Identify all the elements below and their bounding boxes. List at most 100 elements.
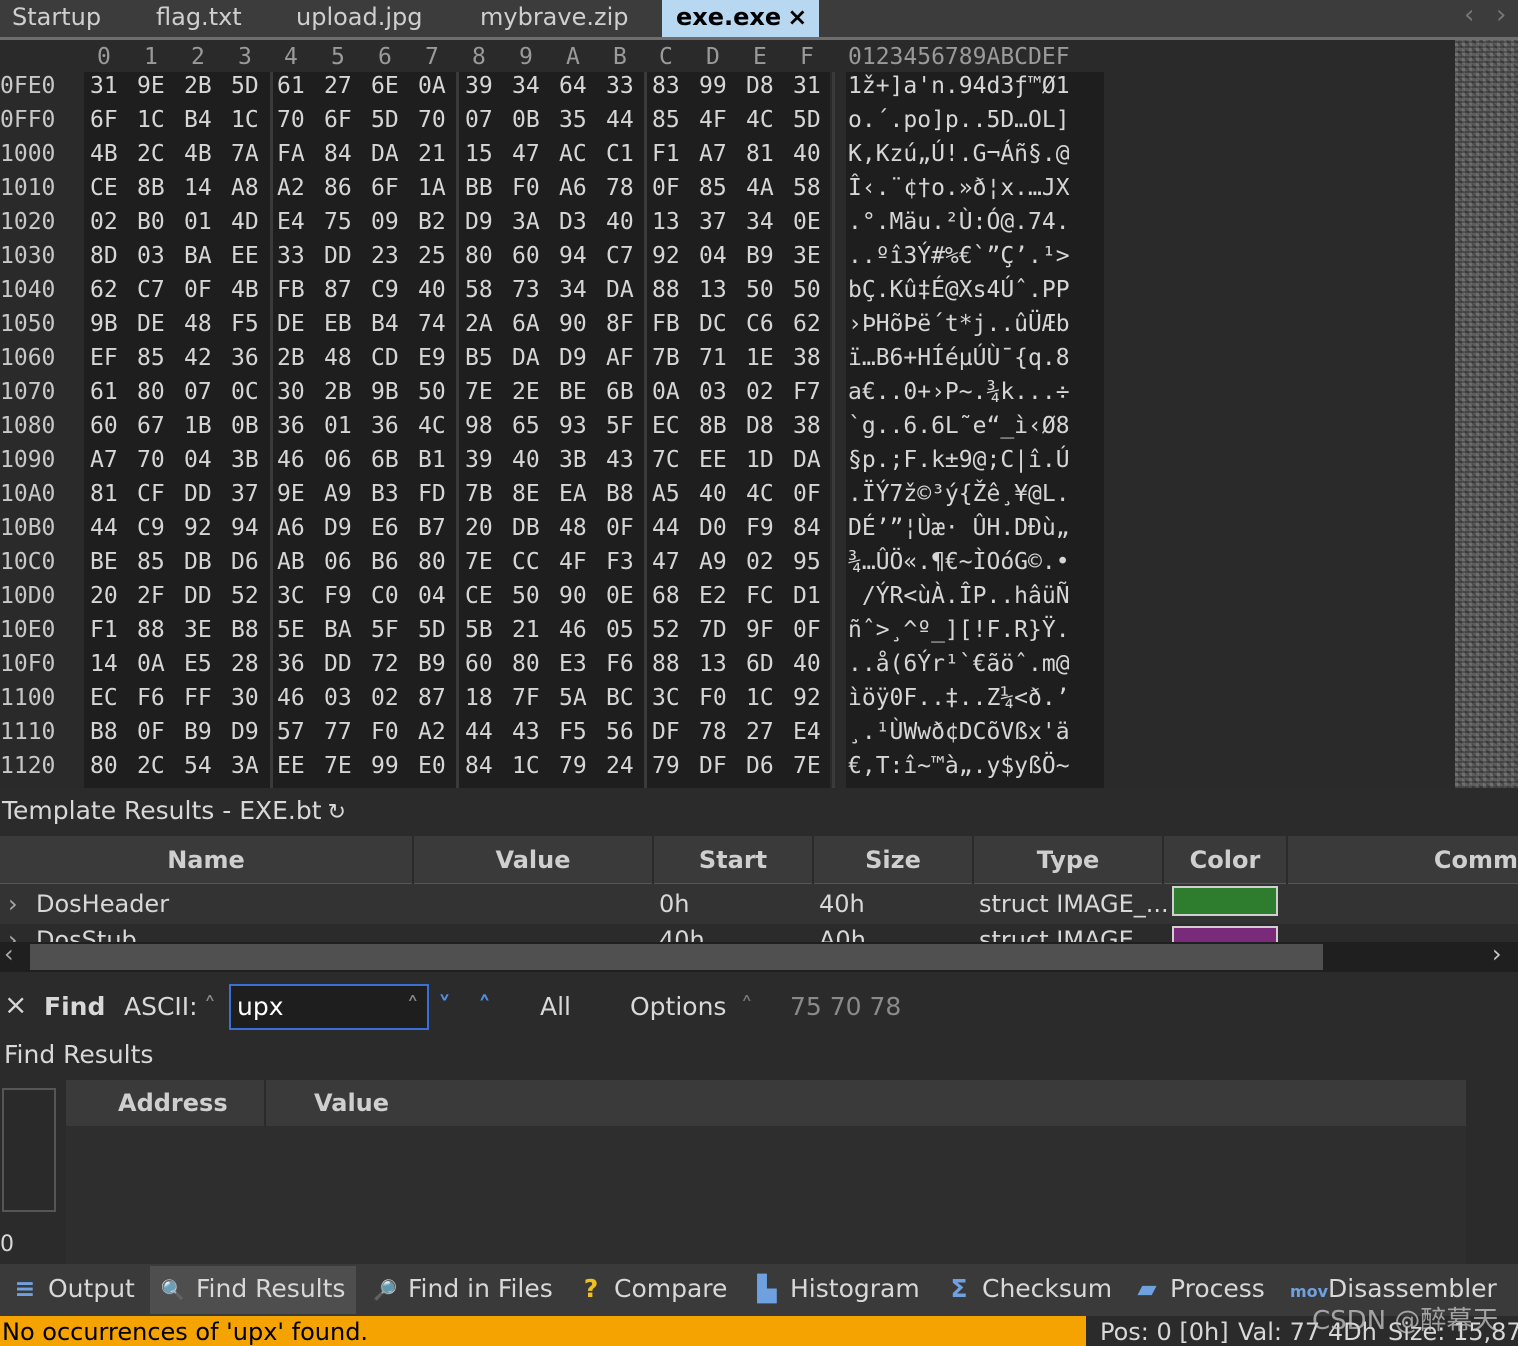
ascii-row[interactable]: DÉ’”¦Ùæ· ÛH.DÐù„ bbox=[848, 515, 1070, 541]
template-row[interactable]: › DosHeader 0h 40h struct IMAGE_... bbox=[0, 884, 1518, 924]
hex-byte[interactable]: 7E bbox=[324, 753, 352, 779]
hex-byte[interactable]: 1D bbox=[746, 447, 774, 473]
hex-byte[interactable]: 88 bbox=[137, 617, 165, 643]
hex-byte[interactable]: DE bbox=[137, 311, 165, 337]
hex-byte[interactable]: 36 bbox=[231, 345, 259, 371]
hex-byte[interactable]: 3A bbox=[231, 753, 259, 779]
hex-byte[interactable]: 70 bbox=[277, 107, 305, 133]
hex-byte[interactable]: 4F bbox=[699, 107, 727, 133]
hex-byte[interactable]: 21 bbox=[418, 141, 446, 167]
hex-byte[interactable]: BA bbox=[184, 243, 212, 269]
hex-byte[interactable]: 30 bbox=[231, 685, 259, 711]
hex-byte[interactable]: 2F bbox=[137, 583, 165, 609]
hex-byte[interactable]: 90 bbox=[559, 311, 587, 337]
hex-byte[interactable]: 25 bbox=[418, 243, 446, 269]
hex-byte[interactable]: 9E bbox=[137, 73, 165, 99]
hex-byte[interactable]: 38 bbox=[793, 413, 821, 439]
hex-byte[interactable]: 52 bbox=[231, 583, 259, 609]
hex-byte[interactable]: 6F bbox=[90, 107, 118, 133]
hex-byte[interactable]: 4D bbox=[231, 209, 259, 235]
hex-byte[interactable]: 01 bbox=[324, 413, 352, 439]
hex-byte[interactable]: 6B bbox=[371, 447, 399, 473]
hex-byte[interactable]: D9 bbox=[231, 719, 259, 745]
hex-byte[interactable]: 34 bbox=[512, 73, 540, 99]
hex-byte[interactable]: EE bbox=[277, 753, 305, 779]
close-icon[interactable]: × bbox=[787, 3, 807, 31]
hex-byte[interactable]: 6F bbox=[324, 107, 352, 133]
hex-byte[interactable]: B8 bbox=[90, 719, 118, 745]
hex-byte[interactable]: EC bbox=[90, 685, 118, 711]
ascii-row[interactable]: K,Kzú„Ú!.G¬Áñ§.@ bbox=[848, 141, 1070, 167]
refresh-icon[interactable]: ↻ bbox=[328, 800, 346, 825]
hex-byte[interactable]: AB bbox=[277, 549, 305, 575]
hex-byte[interactable]: 33 bbox=[277, 243, 305, 269]
hex-byte[interactable]: D6 bbox=[231, 549, 259, 575]
hex-byte[interactable]: 40 bbox=[512, 447, 540, 473]
hex-byte[interactable]: B4 bbox=[371, 311, 399, 337]
hex-byte[interactable]: 37 bbox=[231, 481, 259, 507]
hex-byte[interactable]: 95 bbox=[793, 549, 821, 575]
hex-byte[interactable]: B9 bbox=[184, 719, 212, 745]
hex-byte[interactable]: 57 bbox=[277, 719, 305, 745]
hex-byte[interactable]: 40 bbox=[606, 209, 634, 235]
hex-byte[interactable]: E0 bbox=[418, 753, 446, 779]
hex-byte[interactable]: B5 bbox=[465, 345, 493, 371]
ascii-row[interactable]: o.´.po]p..5D…OL] bbox=[848, 107, 1070, 133]
hex-byte[interactable]: 44 bbox=[652, 515, 680, 541]
find-results-table[interactable]: Address Value bbox=[66, 1080, 1466, 1264]
hex-byte[interactable]: 85 bbox=[137, 345, 165, 371]
hex-byte[interactable]: 04 bbox=[418, 583, 446, 609]
hex-byte[interactable]: B3 bbox=[371, 481, 399, 507]
scrollbar-thumb[interactable] bbox=[30, 944, 1323, 970]
hex-byte[interactable]: 44 bbox=[465, 719, 493, 745]
tab-find-results[interactable]: 🔍 Find Results bbox=[150, 1266, 356, 1314]
hex-byte[interactable]: 52 bbox=[652, 617, 680, 643]
hex-byte[interactable]: 5F bbox=[371, 617, 399, 643]
hex-byte[interactable]: BE bbox=[559, 379, 587, 405]
hex-byte[interactable]: A8 bbox=[231, 175, 259, 201]
hex-byte[interactable]: F0 bbox=[699, 685, 727, 711]
col-start[interactable]: Start bbox=[654, 836, 814, 884]
hex-byte[interactable]: BB bbox=[465, 175, 493, 201]
tab-histogram[interactable]: ▙ Histogram bbox=[744, 1266, 919, 1314]
hex-byte[interactable]: B9 bbox=[418, 651, 446, 677]
hex-byte[interactable]: 62 bbox=[793, 311, 821, 337]
hex-byte[interactable]: 50 bbox=[418, 379, 446, 405]
hex-byte[interactable]: F5 bbox=[559, 719, 587, 745]
row-color-swatch[interactable] bbox=[1172, 926, 1278, 942]
hex-byte[interactable]: DF bbox=[699, 753, 727, 779]
tab-upload-jpg[interactable]: upload.jpg bbox=[296, 0, 423, 37]
hex-byte[interactable]: 27 bbox=[324, 73, 352, 99]
hex-byte[interactable]: E2 bbox=[699, 583, 727, 609]
ascii-row[interactable]: 1ž+]a'n.94d3ƒ™Ø1 bbox=[848, 73, 1070, 99]
hex-byte[interactable]: A7 bbox=[699, 141, 727, 167]
hex-byte[interactable]: B8 bbox=[606, 481, 634, 507]
hex-byte[interactable]: 6F bbox=[371, 175, 399, 201]
hex-byte[interactable]: 2B bbox=[277, 345, 305, 371]
hex-byte[interactable]: 8F bbox=[606, 311, 634, 337]
hex-byte[interactable]: 0F bbox=[137, 719, 165, 745]
hex-byte[interactable]: 85 bbox=[137, 549, 165, 575]
hex-byte[interactable]: DB bbox=[184, 549, 212, 575]
hex-byte[interactable]: 87 bbox=[418, 685, 446, 711]
template-row[interactable]: › DosStub 40h A0h struct IMAGE_ bbox=[0, 924, 1518, 942]
hex-byte[interactable]: 47 bbox=[512, 141, 540, 167]
tab-checksum[interactable]: Σ Checksum bbox=[936, 1266, 1112, 1314]
hex-byte[interactable]: 9B bbox=[90, 311, 118, 337]
hex-byte[interactable]: C9 bbox=[371, 277, 399, 303]
find-next-icon[interactable]: ˅ bbox=[438, 992, 451, 1022]
hex-byte[interactable]: 79 bbox=[559, 753, 587, 779]
hex-byte[interactable]: D8 bbox=[746, 413, 774, 439]
hex-byte[interactable]: 14 bbox=[90, 651, 118, 677]
hex-byte[interactable]: 50 bbox=[512, 583, 540, 609]
ascii-row[interactable]: ¾…ÛÖ«.¶€~ÌOóG©.• bbox=[848, 549, 1070, 575]
hex-byte[interactable]: 40 bbox=[418, 277, 446, 303]
hex-byte[interactable]: B2 bbox=[418, 209, 446, 235]
hex-byte[interactable]: 1C bbox=[137, 107, 165, 133]
hex-byte[interactable]: E4 bbox=[793, 719, 821, 745]
hex-byte[interactable]: DC bbox=[699, 311, 727, 337]
hex-byte[interactable]: 94 bbox=[231, 515, 259, 541]
hex-byte[interactable]: 39 bbox=[465, 73, 493, 99]
hex-byte[interactable]: 71 bbox=[699, 345, 727, 371]
hex-byte[interactable]: 13 bbox=[699, 651, 727, 677]
